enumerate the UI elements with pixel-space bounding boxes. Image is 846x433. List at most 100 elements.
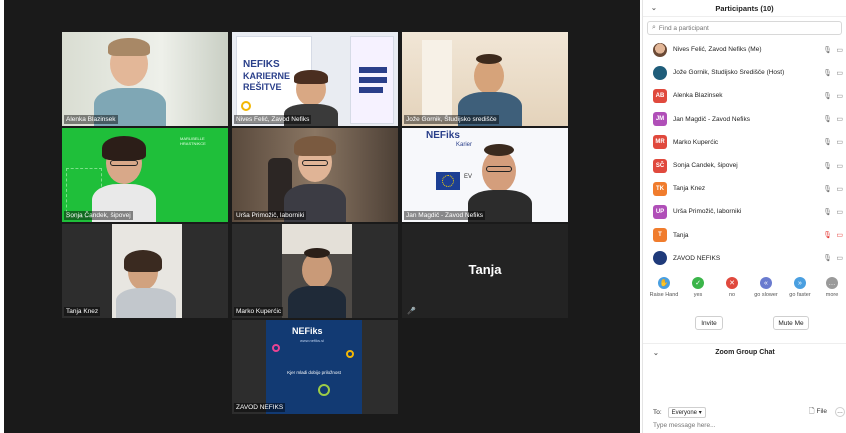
nefiks-logo-card: NEFiks www.nefiks.si Kjer mladi dobijo p…	[266, 320, 362, 414]
video-icon[interactable]: ▭	[836, 138, 843, 146]
recipient-select[interactable]: Everyone ▾	[667, 406, 706, 418]
chat-header[interactable]: ⌄ Zoom Group Chat	[643, 343, 846, 360]
participant-row[interactable]: JM Jan Magdič - Zavod Nefiks 🎙 ▭	[643, 108, 846, 131]
participant-row[interactable]: SČ Sonja Čandek, šipovej 🎙 ▭	[643, 154, 846, 177]
more-options-icon[interactable]: …	[835, 407, 845, 417]
video-off-icon[interactable]: ▭	[836, 231, 843, 239]
video-icon[interactable]: ▭	[836, 254, 843, 262]
search-icon: ⌕	[652, 24, 656, 31]
video-tile[interactable]: Jože Gornik, Študijsko središče	[402, 32, 568, 126]
video-icon[interactable]: ▭	[836, 185, 843, 193]
file-button[interactable]: 🗋 File	[809, 407, 827, 418]
reaction-label: more	[825, 292, 839, 298]
chat-message-input[interactable]	[653, 422, 841, 429]
video-icon[interactable]: ▭	[836, 69, 843, 77]
muted-mic-icon[interactable]: 🎙	[823, 231, 832, 239]
participant-video	[282, 224, 352, 318]
reaction-icon: ✕	[726, 277, 738, 289]
tile-name-label: Marko Kuperćic	[234, 307, 284, 316]
avatar: T	[653, 228, 667, 243]
chevron-down-icon[interactable]: ⌄	[651, 4, 657, 12]
reaction-icon: »	[794, 277, 806, 289]
participant-name: Sonja Čandek, šipovej	[673, 162, 738, 170]
poster-line2: REŠITVE	[243, 82, 282, 92]
participant-name: Jan Magdič - Zavod Nefiks	[673, 115, 750, 123]
chat-title: Zoom Group Chat	[715, 348, 775, 356]
mute-me-button[interactable]: Mute Me	[773, 316, 809, 330]
participant-name: ZAVOD NEFIKS	[673, 254, 721, 262]
avatar	[653, 251, 667, 266]
video-tile[interactable]: Urša Primožič, laborniki	[232, 128, 398, 222]
reaction-raise-hand[interactable]: ✋ Raise Hand	[649, 277, 679, 298]
participant-video	[62, 32, 228, 126]
participant-search[interactable]: ⌕	[647, 21, 842, 35]
participant-row[interactable]: MR Marko Kuperćic 🎙 ▭	[643, 131, 846, 154]
nefiks-logo: NEFiks	[292, 326, 323, 336]
tile-name-label: Nives Felić, Zavod Nefiks	[234, 115, 312, 124]
video-icon[interactable]: ▭	[836, 46, 843, 54]
avatar	[653, 42, 667, 57]
reaction-label: go faster	[789, 292, 811, 298]
participant-row[interactable]: AB Alenka Blazinsek 🎙 ▭	[643, 84, 846, 107]
video-tile[interactable]: Tanja 🎤	[402, 224, 568, 318]
tile-name-label: Jože Gornik, Študijsko središče	[404, 115, 499, 124]
video-tile[interactable]: Tanja Knez	[62, 224, 228, 318]
mic-icon[interactable]: 🎙	[823, 162, 832, 170]
participant-row[interactable]: T Tanja 🎙 ▭	[643, 224, 846, 247]
tile-name-label: Tanja Knez	[64, 307, 101, 316]
participant-name: Urša Primožič, laborniki	[673, 208, 742, 216]
reaction-go-slower[interactable]: « go slower	[751, 277, 781, 298]
tile-name-label: Alenka Blazinsek	[64, 115, 118, 124]
eu-flag-icon	[436, 172, 460, 190]
file-label: File	[816, 407, 827, 415]
video-tile[interactable]: Marko Kuperćic	[232, 224, 398, 318]
invite-button[interactable]: Invite	[695, 316, 723, 330]
mic-icon[interactable]: 🎙	[823, 185, 832, 193]
reaction-label: Raise Hand	[649, 292, 679, 298]
video-tile[interactable]: MARLIBELLE HRASTNIKCE Sonja Čandek, šipo…	[62, 128, 228, 222]
reaction-no[interactable]: ✕ no	[717, 277, 747, 298]
mic-icon[interactable]: 🎙	[823, 208, 832, 216]
participants-header[interactable]: ⌄ Participants (10)	[643, 0, 846, 17]
participant-row[interactable]: TK Tanja Knez 🎙 ▭	[643, 177, 846, 200]
nefiks-slide-tagline: EV	[464, 174, 473, 180]
participant-list: Nives Felić, Zavod Nefiks (Me) 🎙 ▭ Jože Gor…	[643, 38, 846, 270]
participant-row[interactable]: ZAVOD NEFIKS 🎙 ▭	[643, 247, 846, 270]
mic-icon[interactable]: 🎙	[823, 138, 832, 146]
reaction-go-faster[interactable]: » go faster	[785, 277, 815, 298]
reaction-more[interactable]: … more	[817, 277, 846, 298]
reaction-icon: «	[760, 277, 772, 289]
search-input[interactable]	[658, 24, 829, 32]
video-tile[interactable]: NEFIKS KARIERNE REŠITVE Nives Felić, Zav…	[232, 32, 398, 126]
nefiks-url: www.nefiks.si	[300, 338, 325, 343]
mic-icon[interactable]: 🎙	[823, 46, 832, 54]
participant-name: Jože Gornik, Študijsko Središče (Host)	[673, 69, 785, 77]
mic-icon[interactable]: 🎙	[823, 69, 832, 77]
reaction-yes[interactable]: ✓ yes	[683, 277, 713, 298]
mic-icon[interactable]: 🎙	[823, 254, 832, 262]
video-icon[interactable]: ▭	[836, 162, 843, 170]
avatar: TK	[653, 181, 667, 196]
participant-row[interactable]: Jože Gornik, Študijsko Središče (Host) 🎙 ▭	[643, 61, 846, 84]
chevron-down-icon[interactable]: ⌄	[653, 349, 659, 357]
video-icon[interactable]: ▭	[836, 208, 843, 216]
video-tile[interactable]: Alenka Blazinsek	[62, 32, 228, 126]
video-tile[interactable]: NEFiks Karier EV Jan Magdič - Zavod Nefi…	[402, 128, 568, 222]
participant-row[interactable]: Nives Felić, Zavod Nefiks (Me) 🎙 ▭	[643, 38, 846, 61]
video-tile[interactable]: NEFiks www.nefiks.si Kjer mladi dobijo p…	[232, 320, 398, 414]
reaction-label: no	[728, 292, 736, 298]
participants-panel: ⌄ Participants (10) ⌕ Nives Felić, Zavod…	[642, 0, 846, 433]
participant-row[interactable]: UP Urša Primožič, laborniki 🎙 ▭	[643, 200, 846, 223]
file-icon: 🗋	[808, 407, 815, 415]
avatar: MR	[653, 135, 667, 150]
participant-name: Nives Felić, Zavod Nefiks (Me)	[673, 46, 762, 54]
tile-name-label: ZAVOD NEFIKS	[234, 403, 286, 412]
mic-icon[interactable]: 🎙	[823, 115, 832, 123]
video-icon[interactable]: ▭	[836, 92, 843, 100]
avatar: JM	[653, 112, 667, 127]
mic-icon[interactable]: 🎙	[823, 92, 832, 100]
avatar	[653, 65, 667, 80]
video-icon[interactable]: ▭	[836, 115, 843, 123]
participant-name: Tanja Knez	[673, 185, 706, 193]
participants-title: Participants (10)	[715, 3, 774, 13]
